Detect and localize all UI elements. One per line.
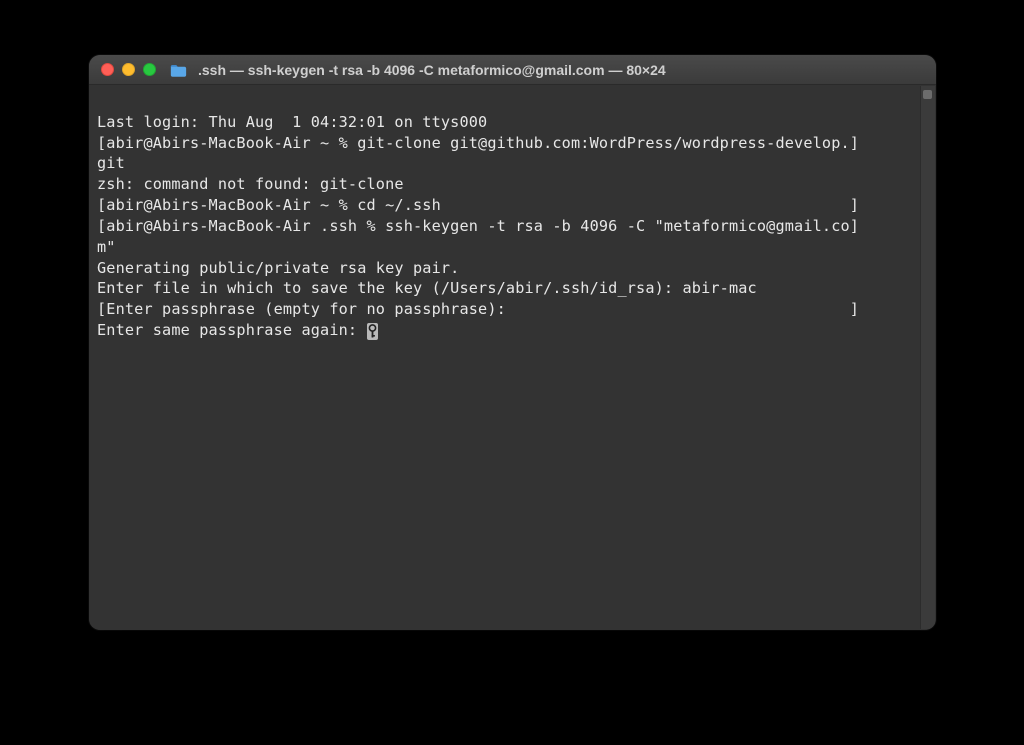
terminal-line: zsh: command not found: git-clone	[97, 174, 928, 195]
key-icon	[367, 323, 378, 340]
terminal-line: Enter file in which to save the key (/Us…	[97, 278, 928, 299]
minimize-icon[interactable]	[122, 63, 135, 76]
terminal-line: Enter same passphrase again:	[97, 320, 928, 341]
folder-icon	[170, 63, 187, 77]
close-icon[interactable]	[101, 63, 114, 76]
scrollbar-thumb[interactable]	[923, 90, 932, 99]
titlebar[interactable]: .ssh — ssh-keygen -t rsa -b 4096 -C meta…	[89, 55, 936, 85]
terminal-line: [abir@Abirs-MacBook-Air .ssh % ssh-keyge…	[97, 216, 928, 237]
window-controls	[101, 63, 156, 76]
terminal-line: Last login: Thu Aug 1 04:32:01 on ttys00…	[97, 112, 928, 133]
terminal-line: [Enter passphrase (empty for no passphra…	[97, 299, 928, 320]
terminal-window: .ssh — ssh-keygen -t rsa -b 4096 -C meta…	[89, 55, 936, 630]
scrollbar[interactable]	[920, 86, 935, 629]
terminal-line: [abir@Abirs-MacBook-Air ~ % git-clone gi…	[97, 133, 928, 154]
window-title: .ssh — ssh-keygen -t rsa -b 4096 -C meta…	[198, 62, 666, 78]
terminal-line: git	[97, 153, 928, 174]
terminal-line: Generating public/private rsa key pair.	[97, 258, 928, 279]
terminal-body[interactable]: Last login: Thu Aug 1 04:32:01 on ttys00…	[89, 85, 936, 630]
zoom-icon[interactable]	[143, 63, 156, 76]
terminal-line: m"	[97, 237, 928, 258]
terminal-line: [abir@Abirs-MacBook-Air ~ % cd ~/.ssh ]	[97, 195, 928, 216]
